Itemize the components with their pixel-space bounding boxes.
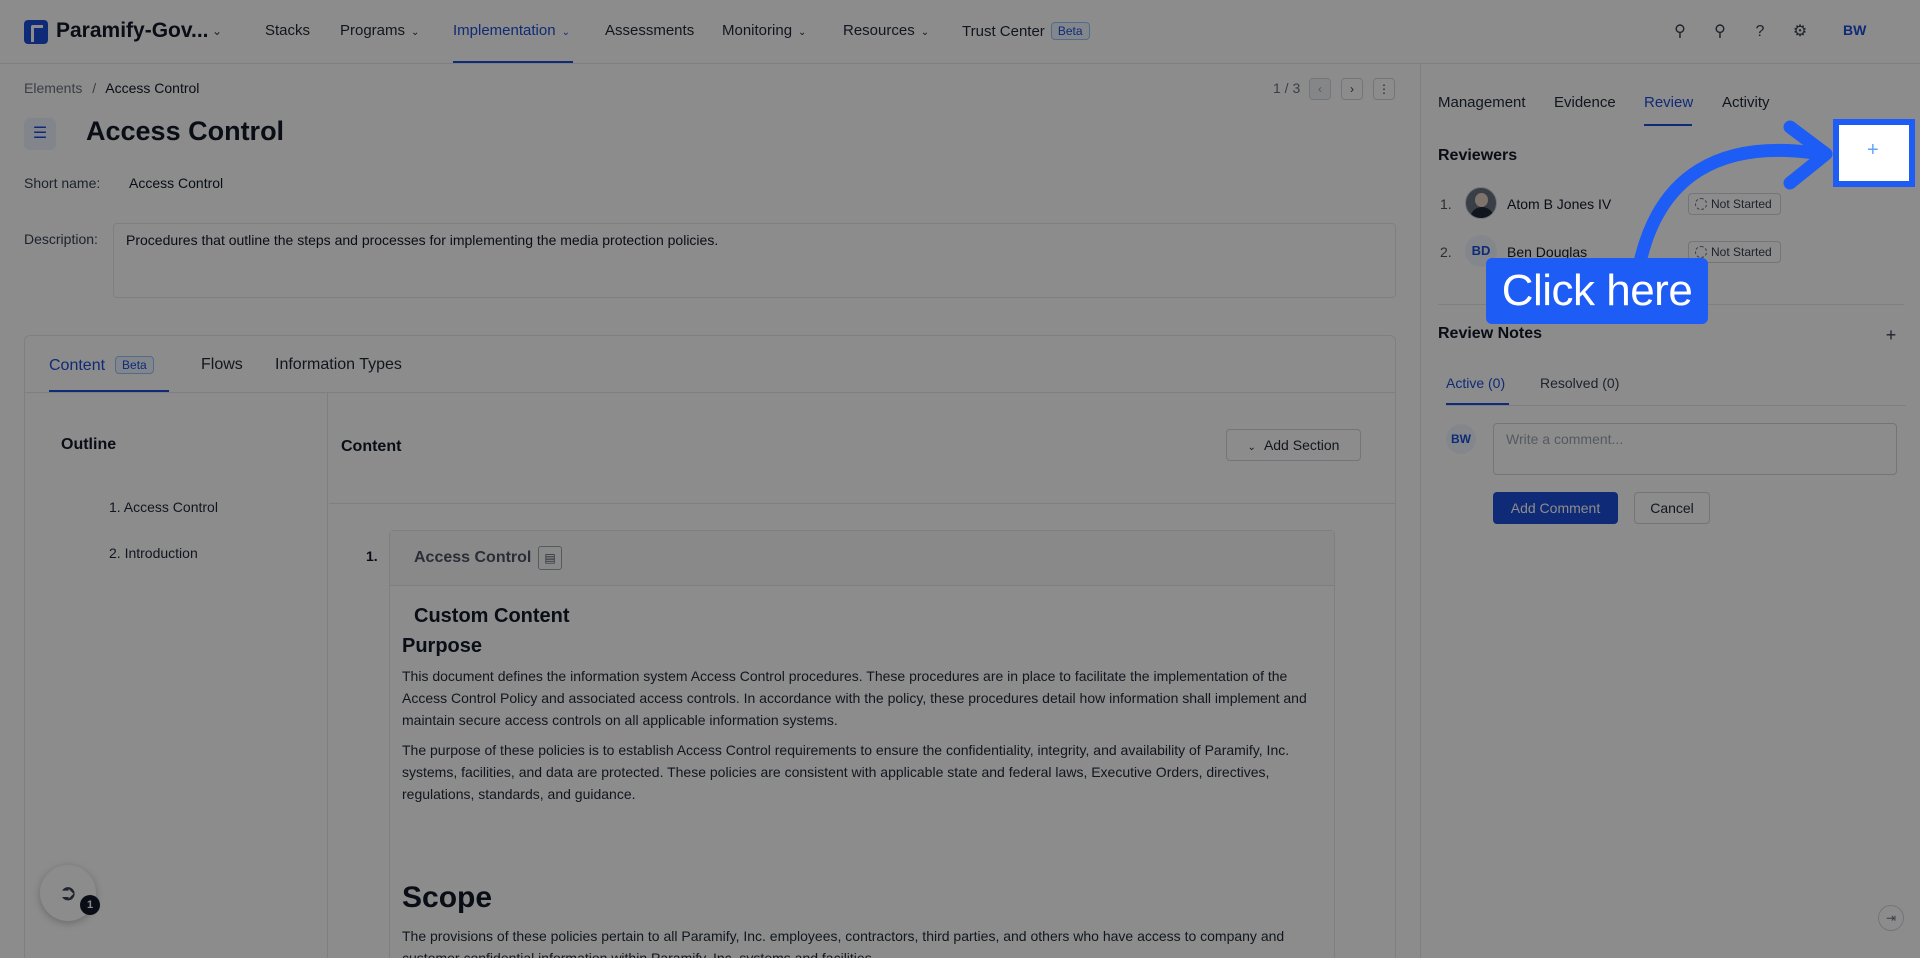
comment-input[interactable] [1493,423,1897,475]
tabs-divider [1446,405,1906,406]
right-panel: Management Evidence Review Activity Revi… [1420,64,1920,958]
user-avatar[interactable]: BW [1843,22,1866,38]
nav-assessments-label: Assessments [605,22,695,39]
content-divider [329,503,1395,504]
status-badge: Not Started [1688,193,1781,215]
chevron-right-icon: › [1350,82,1354,96]
outline-title: Outline [61,436,117,453]
plus-icon: + [1885,325,1897,345]
short-name-label: Short name: [24,175,101,191]
nav-trust-center-label: Trust Center [962,23,1045,40]
chevron-down-icon[interactable]: ⌄ [212,24,222,38]
reviewer-number: 1. [1440,196,1452,212]
tab-evidence[interactable]: Evidence [1554,94,1616,111]
section-card: Access Control ▤ Custom Content Purpose … [389,530,1335,958]
comment-avatar: BW [1446,424,1476,454]
reviewer-name: Atom B Jones IV [1507,196,1612,212]
top-navigation: Paramify-Gov... ⌄ Stacks Programs ⌄ Imple… [0,0,1920,64]
nav-resources-label: Resources [843,22,915,39]
cancel-button[interactable]: Cancel [1634,492,1710,524]
helper-logo-icon: ➲ [58,880,78,905]
beta-badge: Beta [115,356,154,374]
tab-information-types[interactable]: Information Types [275,356,402,374]
add-section-label: Add Section [1263,437,1340,453]
reviewer-number: 2. [1440,244,1452,260]
nav-stacks-label: Stacks [265,22,311,39]
kebab-menu-icon: ⋮ [1378,82,1390,96]
tab-content-label: Content [49,357,106,374]
content-card: Content Beta Flows Information Types Outl… [24,335,1396,958]
add-reviewer-button[interactable]: + [1833,119,1915,187]
purpose-heading: Purpose [402,635,483,657]
outline-item[interactable]: 1. Access Control [109,499,218,515]
nav-monitoring-label: Monitoring [722,22,793,39]
chevron-down-icon: ⌄ [798,27,807,38]
outline-item[interactable]: 2. Introduction [109,545,198,561]
prev-element-button[interactable]: ‹ [1309,78,1331,100]
more-options-button[interactable]: ⋮ [1373,78,1395,100]
nav-implementation[interactable]: Implementation ⌄ [453,22,570,39]
tab-flows[interactable]: Flows [201,356,243,374]
help-icon[interactable]: ? [1750,22,1770,42]
paragraph: The purpose of these policies is to esta… [402,742,1290,802]
section-title: Access Control [414,549,532,566]
breadcrumb: Elements / Access Control [24,80,199,96]
reviewers-title: Reviewers [1438,147,1518,164]
beta-badge: Beta [1050,22,1090,40]
tab-resolved-notes[interactable]: Resolved (0) [1540,375,1619,391]
gear-icon[interactable]: ⚙ [1790,22,1810,42]
nav-programs[interactable]: Programs ⌄ [340,22,419,39]
search-icon[interactable]: ⚲ [1670,22,1690,42]
section-header: Access Control ▤ [390,531,1334,586]
nav-trust-center[interactable]: Trust Center Beta [962,22,1090,40]
short-name-value[interactable]: Access Control [129,175,223,191]
add-comment-button[interactable]: Add Comment [1493,492,1618,524]
tab-activity[interactable]: Activity [1722,94,1770,111]
nav-assessments[interactable]: Assessments [605,22,694,39]
nav-resources[interactable]: Resources ⌄ [843,22,929,39]
layout-icon[interactable]: ▤ [538,546,562,570]
nav-active-indicator [453,61,573,63]
description-label: Description: [24,231,98,247]
review-notes-title: Review Notes [1438,325,1543,342]
reviewer-avatar [1465,187,1497,219]
chevron-left-icon: ‹ [1318,82,1322,96]
add-note-button[interactable]: + [1879,323,1903,347]
tab-active-notes[interactable]: Active (0) [1446,375,1505,391]
description-field[interactable]: Procedures that outline the steps and pr… [113,223,1396,298]
paragraph: The provisions of these policies pertain… [402,928,1285,958]
list-icon: ☰ [24,118,56,150]
content-heading: Content [341,438,402,455]
plus-icon: + [1867,139,1879,161]
add-section-button[interactable]: ⌄ Add Section [1226,429,1361,461]
paramify-logo-icon[interactable] [24,20,48,44]
tab-management[interactable]: Management [1438,94,1526,111]
page-title: Access Control [86,116,285,146]
chevron-down-icon: ⌄ [920,27,930,38]
nav-monitoring[interactable]: Monitoring ⌄ [722,22,806,39]
tab-review[interactable]: Review [1644,94,1693,111]
custom-content-title: Custom Content [414,605,570,627]
pager-count: 1 / 3 [1273,80,1301,96]
scope-heading: Scope [402,881,493,914]
bell-icon[interactable]: ⚲ [1710,22,1730,42]
nav-stacks[interactable]: Stacks [265,22,310,39]
chevron-down-icon: ⌄ [561,27,570,38]
next-element-button[interactable]: › [1341,78,1363,100]
section-number: 1. [366,548,378,564]
paragraph: This document defines the information sy… [402,668,1307,728]
click-here-callout: Click here [1486,258,1708,324]
nav-implementation-label: Implementation [453,22,556,39]
nav-programs-label: Programs [340,22,406,39]
breadcrumb-root[interactable]: Elements [24,80,82,96]
notification-count-badge: 1 [80,895,100,915]
tab-active-indicator [1644,124,1692,126]
workspace-name[interactable]: Paramify-Gov... [56,19,209,43]
chevron-down-icon: ⌄ [411,27,420,38]
tab-content[interactable]: Content Beta [49,356,154,375]
chevron-down-icon: ⌄ [1247,442,1256,453]
breadcrumb-current: Access Control [105,80,200,96]
breadcrumb-separator: / [92,80,97,96]
collapse-panel-icon[interactable]: ⇥ [1878,905,1904,931]
